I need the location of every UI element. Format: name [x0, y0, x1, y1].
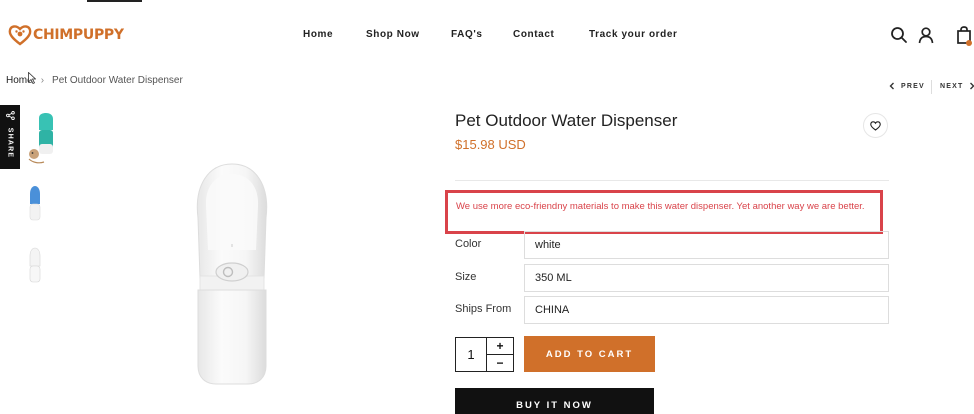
- pager-divider: [931, 80, 932, 94]
- nav-item-shop-now[interactable]: Shop Now: [366, 29, 420, 40]
- option-label-size: Size: [455, 271, 477, 283]
- product-description: We use more eco-friendny materials to ma…: [456, 201, 865, 212]
- mouse-cursor-icon: [28, 72, 36, 84]
- share-label: SHARE: [6, 127, 14, 159]
- thumbnail-white-bottle[interactable]: [26, 244, 60, 302]
- next-product-link[interactable]: NEXT: [940, 82, 974, 90]
- prev-product-link[interactable]: PREV: [889, 82, 925, 90]
- chevron-right-icon: [970, 82, 974, 90]
- option-label-ships-from: Ships From: [455, 303, 512, 315]
- option-label-color: Color: [455, 238, 482, 250]
- quantity-increase-button[interactable]: +: [487, 338, 513, 354]
- share-tab[interactable]: SHARE: [0, 105, 20, 169]
- quantity-stepper: 1 + −: [455, 337, 514, 372]
- nav-item-track-order[interactable]: Track your order: [589, 29, 678, 40]
- share-icon: [6, 111, 15, 120]
- option-value-ships-from[interactable]: CHINA: [524, 296, 889, 324]
- nav-item-contact[interactable]: Contact: [513, 29, 554, 40]
- option-row-size: Size 350 ML: [455, 264, 889, 292]
- option-value-color[interactable]: white: [524, 231, 889, 259]
- product-title: Pet Outdoor Water Dispenser: [455, 111, 678, 130]
- thumbnail-blue-bottle[interactable]: [26, 182, 60, 240]
- buy-it-now-button[interactable]: BUY IT NOW: [455, 388, 654, 414]
- account-icon[interactable]: [917, 26, 935, 44]
- next-label: NEXT: [940, 82, 964, 90]
- quantity-input[interactable]: 1: [456, 338, 486, 371]
- option-value-size[interactable]: 350 ML: [524, 264, 889, 292]
- nav-item-faqs[interactable]: FAQ's: [451, 29, 483, 40]
- add-to-cart-button[interactable]: ADD TO CART: [524, 336, 655, 372]
- thumbnail-teal-bottle-with-dog[interactable]: [26, 112, 60, 170]
- search-icon[interactable]: [890, 26, 908, 44]
- nav-item-home[interactable]: Home: [303, 29, 333, 40]
- breadcrumb-current: Pet Outdoor Water Dispenser: [52, 75, 183, 86]
- wishlist-button[interactable]: [863, 113, 888, 138]
- chevron-left-icon: [889, 82, 894, 90]
- top-accent-bar: [87, 0, 142, 2]
- option-row-ships-from: Ships From CHINA: [455, 296, 889, 324]
- option-row-color: Color white: [455, 231, 889, 259]
- divider: [455, 180, 889, 181]
- main-nav: Home Shop Now FAQ's Contact Track your o…: [0, 29, 974, 43]
- heart-icon: [870, 120, 881, 131]
- product-main-image: [196, 163, 268, 385]
- highlighted-description-box: We use more eco-friendny materials to ma…: [445, 190, 883, 234]
- breadcrumb-separator: ›: [40, 75, 45, 86]
- prev-label: PREV: [901, 82, 925, 90]
- product-price: $15.98 USD: [455, 137, 526, 152]
- cart-count-badge: [966, 40, 972, 46]
- quantity-decrease-button[interactable]: −: [487, 355, 513, 371]
